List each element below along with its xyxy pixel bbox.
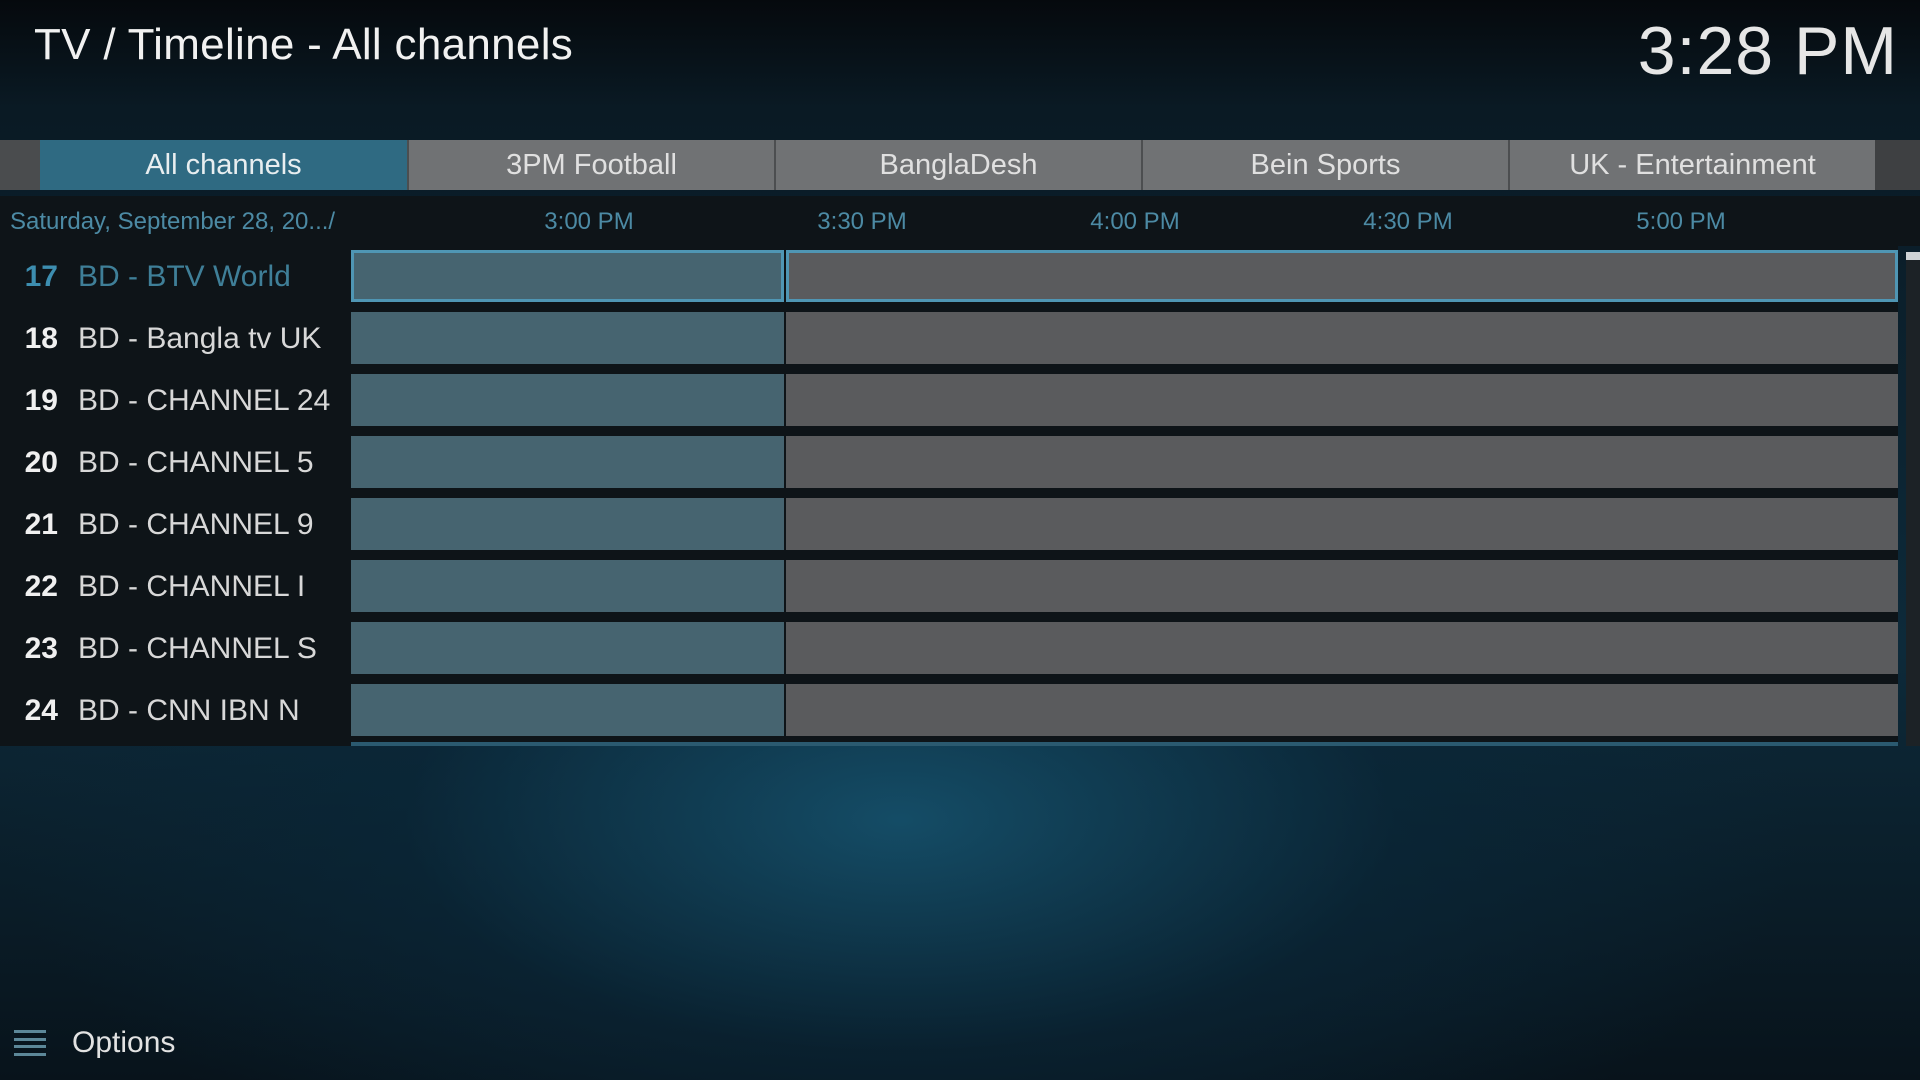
timeline-header: Saturday, September 28, 20.../ 3:00 PM 3… [0,196,1920,246]
program-cell-past[interactable] [351,498,784,550]
program-cell[interactable] [786,436,1898,488]
options-label: Options [72,1026,176,1059]
time-tick: 3:00 PM [544,208,634,235]
channel-number: 19 [24,384,58,417]
scrollbar-thumb[interactable] [1906,252,1920,260]
tabs-scroll-right [1875,140,1920,190]
channel-name: BD - BTV World [78,260,291,293]
channel-number: 24 [24,694,58,727]
program-cell-past[interactable] [351,250,784,302]
program-cell-past[interactable] [351,374,784,426]
program-cell[interactable] [786,250,1898,302]
vertical-scrollbar[interactable] [1906,252,1920,746]
program-cell[interactable] [786,374,1898,426]
tabs-scroll-left [0,140,40,190]
channel-number: 23 [24,632,58,665]
channel-name: BD - CHANNEL I [78,570,306,603]
program-cell[interactable] [786,684,1898,736]
channel-name: BD - CHANNEL S [78,632,317,665]
clock: 3:28 PM [1637,13,1898,89]
time-tick: 5:00 PM [1636,208,1726,235]
channel-name: BD - Bangla tv UK [78,322,322,355]
channel-row[interactable]: 24 BD - CNN IBN N [0,680,351,742]
tab-all-channels[interactable]: All channels [40,140,407,190]
channel-row[interactable]: 19 BD - CHANNEL 24 [0,370,351,432]
channel-row[interactable]: 21 BD - CHANNEL 9 [0,494,351,556]
hamburger-menu-icon [14,1030,46,1056]
program-cell-past[interactable] [351,312,784,364]
program-cell[interactable] [786,312,1898,364]
channel-row[interactable]: 17 BD - BTV World [0,246,351,308]
date-label: Saturday, September 28, 20.../ [10,208,336,235]
channel-name: BD - CHANNEL 9 [78,508,314,541]
channel-row[interactable]: 18 BD - Bangla tv UK [0,308,351,370]
options-button[interactable]: Options [14,1026,175,1060]
time-tick: 3:30 PM [817,208,907,235]
page-title: TV / Timeline - All channels [34,20,574,69]
channel-list: 17 BD - BTV World 18 BD - Bangla tv UK 1… [0,246,351,746]
program-cell-past[interactable] [351,622,784,674]
program-cell-past[interactable] [351,560,784,612]
epg-grid [351,246,1898,746]
program-cell[interactable] [786,560,1898,612]
time-tick: 4:00 PM [1090,208,1180,235]
channel-row[interactable]: 20 BD - CHANNEL 5 [0,432,351,494]
tab-uk-entertainment[interactable]: UK - Entertainment [1508,140,1875,190]
channel-name: BD - CHANNEL 5 [78,446,314,479]
channel-row[interactable]: 22 BD - CHANNEL I [0,556,351,618]
program-cell-past[interactable] [351,684,784,736]
channel-group-tabs: All channels 3PM Football BanglaDesh Bei… [0,140,1920,190]
program-cell-past[interactable] [351,436,784,488]
tab-bein-sports[interactable]: Bein Sports [1141,140,1508,190]
grid-bottom-line [351,742,1898,746]
tab-bangladesh[interactable]: BanglaDesh [774,140,1141,190]
channel-number: 18 [24,322,58,355]
channel-number: 17 [24,260,58,293]
channel-row[interactable]: 23 BD - CHANNEL S [0,618,351,680]
time-tick: 4:30 PM [1363,208,1453,235]
channel-number: 20 [24,446,58,479]
channel-name: BD - CHANNEL 24 [78,384,331,417]
channel-number: 21 [24,508,58,541]
channel-number: 22 [24,570,58,603]
program-cell[interactable] [786,498,1898,550]
program-cell[interactable] [786,622,1898,674]
channel-name: BD - CNN IBN N [78,694,300,727]
tab-3pm-football[interactable]: 3PM Football [407,140,774,190]
